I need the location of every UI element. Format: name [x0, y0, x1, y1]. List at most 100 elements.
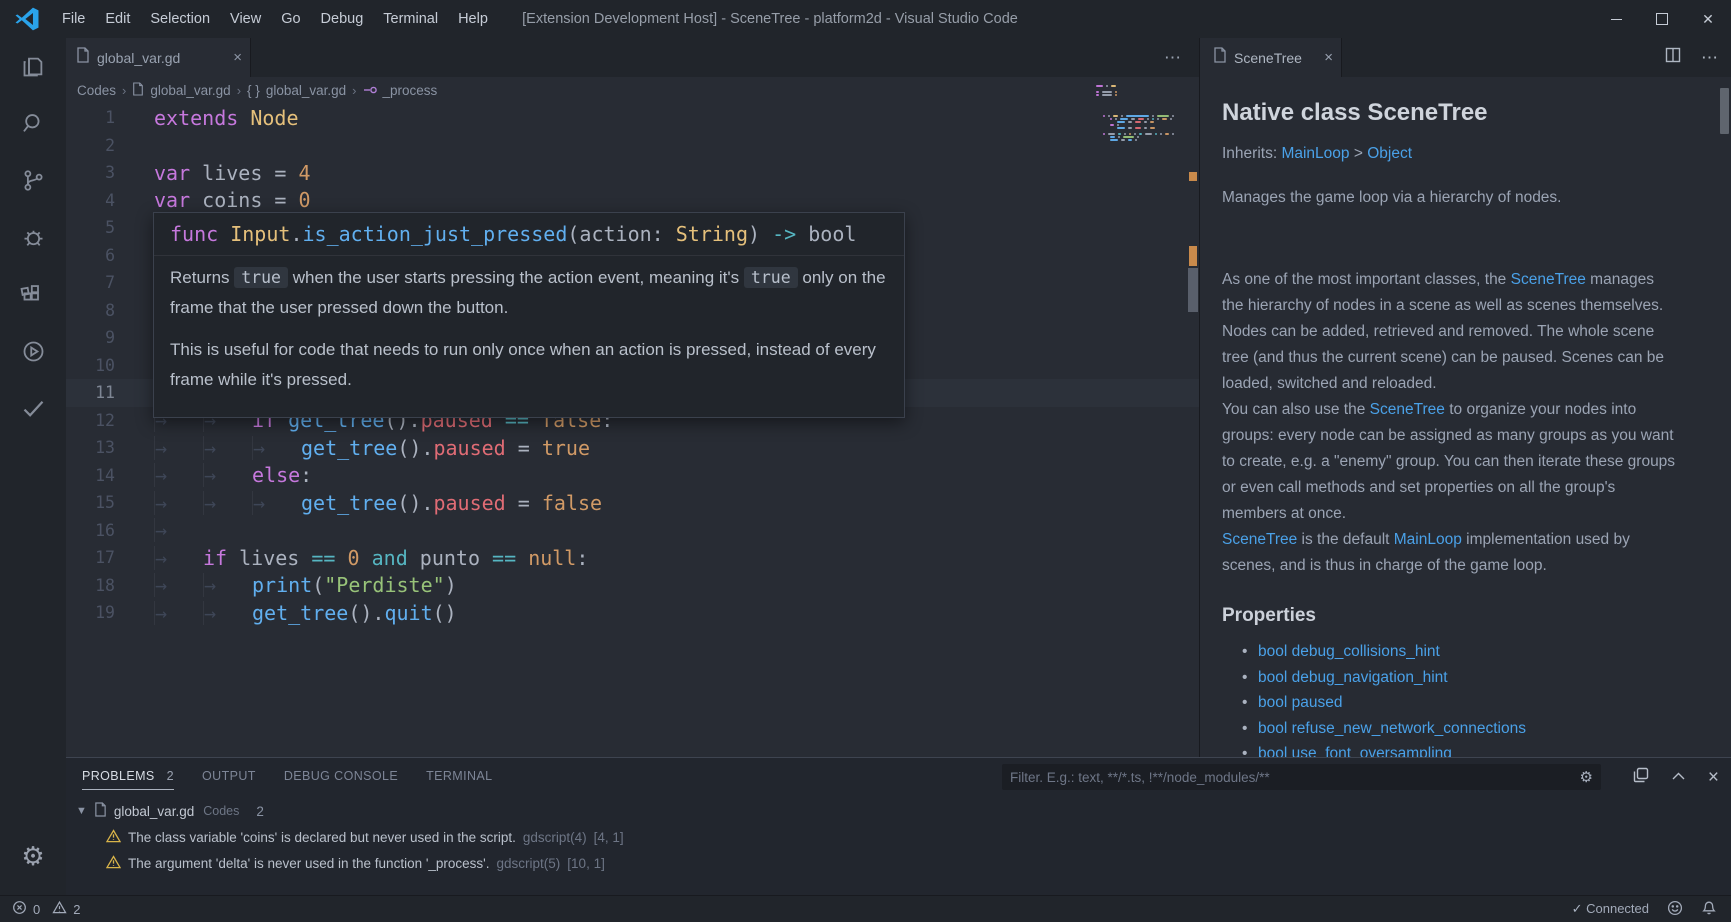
maximize-panel-chevron-icon[interactable] [1671, 768, 1686, 786]
property-link[interactable]: bool refuse_new_network_connections [1258, 720, 1526, 737]
doc-link[interactable]: Object [1367, 145, 1412, 162]
file-icon [94, 802, 107, 820]
split-editor-icon[interactable] [1665, 47, 1681, 68]
problem-row[interactable]: The class variable 'coins' is declared b… [66, 824, 1731, 850]
menu-item-selection[interactable]: Selection [140, 0, 220, 38]
notifications-bell-icon[interactable] [1701, 900, 1717, 919]
panel-tab-output[interactable]: OUTPUT [202, 765, 256, 789]
code-line[interactable]: 16→ [66, 517, 1199, 545]
extensions-icon[interactable] [0, 266, 66, 323]
braces-symbol-icon: { } [247, 83, 260, 98]
tab-global-var[interactable]: global_var.gd × [66, 38, 251, 77]
property-item: bool refuse_new_network_connections [1242, 716, 1676, 742]
code-line[interactable]: 3var lives = 4 [66, 159, 1199, 187]
warning-marker [1189, 172, 1197, 181]
docs-content: Native class SceneTree Inherits: MainLoo… [1200, 77, 1731, 757]
close-panel-icon[interactable]: × [1708, 768, 1719, 787]
menu-item-terminal[interactable]: Terminal [373, 0, 448, 38]
scrollbar-thumb[interactable] [1188, 268, 1198, 312]
breadcrumb-item[interactable]: global_var.gd [150, 83, 230, 98]
code-line[interactable]: 13→→→get_tree().paused = true [66, 434, 1199, 462]
menu-item-go[interactable]: Go [271, 0, 310, 38]
code-editor[interactable]: 1extends Node23var lives = 44var coins =… [66, 103, 1199, 757]
code-line[interactable]: 2 [66, 132, 1199, 160]
tab-close-icon[interactable]: × [1324, 49, 1333, 66]
window-title: [Extension Development Host] - SceneTree… [470, 11, 1070, 27]
problems-filter[interactable]: ⚙ [1002, 764, 1601, 790]
minimap[interactable] [1096, 84, 1176, 150]
close-button[interactable]: ✕ [1685, 0, 1731, 38]
more-actions-ellipsis-icon[interactable]: ⋯ [1701, 48, 1720, 68]
panel-tab-terminal[interactable]: TERMINAL [426, 765, 492, 789]
code-line[interactable]: 14→→else: [66, 462, 1199, 490]
property-link[interactable]: bool debug_navigation_hint [1258, 669, 1448, 686]
source-control-icon[interactable] [0, 152, 66, 209]
warning-triangle-icon [106, 829, 121, 846]
warning-triangle-icon [52, 900, 67, 918]
file-icon [132, 82, 144, 99]
maximize-button[interactable] [1639, 0, 1685, 38]
connection-status[interactable]: ✓ Connected [1572, 901, 1649, 917]
docs-panel: SceneTree × ⋯ Native class SceneTree Inh… [1199, 38, 1731, 757]
property-link[interactable]: bool debug_collisions_hint [1258, 643, 1440, 660]
tab-close-icon[interactable]: × [233, 49, 242, 66]
debug-icon[interactable] [0, 209, 66, 266]
inline-code: true [744, 267, 798, 288]
panel-header: PROBLEMS2 OUTPUT DEBUG CONSOLE TERMINAL ⚙ × [66, 758, 1731, 796]
code-line[interactable]: 18→→print("Perdiste") [66, 572, 1199, 600]
doc-link[interactable]: SceneTree [1511, 271, 1586, 288]
overview-ruler[interactable] [1187, 77, 1199, 757]
minimize-button[interactable] [1593, 0, 1639, 38]
menu-item-file[interactable]: File [52, 0, 95, 38]
docs-tab-bar: SceneTree × ⋯ [1200, 38, 1731, 77]
menu-item-debug[interactable]: Debug [311, 0, 374, 38]
breadcrumb-item[interactable]: _process [383, 83, 438, 98]
property-item: bool use_font_oversampling [1242, 741, 1676, 757]
code-line[interactable]: 19→→get_tree().quit() [66, 599, 1199, 627]
feedback-smiley-icon[interactable] [1667, 900, 1683, 919]
breadcrumb[interactable]: Codes›global_var.gd›{ }global_var.gd›_pr… [66, 77, 1210, 103]
problem-row[interactable]: The argument 'delta' is never used in th… [66, 850, 1731, 876]
search-icon[interactable] [0, 95, 66, 152]
problems-status[interactable]: 0 2 [0, 900, 80, 918]
doc-link[interactable]: MainLoop [1281, 145, 1349, 162]
breadcrumb-item[interactable]: global_var.gd [266, 83, 346, 98]
file-icon [1213, 47, 1227, 68]
bottom-panel: PROBLEMS2 OUTPUT DEBUG CONSOLE TERMINAL ⚙ ×… [66, 757, 1731, 896]
filter-input[interactable] [1002, 770, 1580, 785]
open-in-editor-icon[interactable] [1633, 767, 1649, 788]
file-icon [76, 47, 90, 68]
panel-tab-problems[interactable]: PROBLEMS2 [82, 765, 174, 790]
property-item: bool paused [1242, 690, 1676, 716]
menu-item-edit[interactable]: Edit [95, 0, 140, 38]
chevron-down-icon: ▼ [76, 805, 87, 817]
explorer-icon[interactable] [0, 38, 66, 95]
property-item: bool debug_navigation_hint [1242, 665, 1676, 691]
doc-link[interactable]: SceneTree [1370, 401, 1445, 418]
test-check-icon[interactable] [0, 380, 66, 437]
problems-list: ▼global_var.gdCodes2The class variable '… [66, 798, 1731, 896]
property-link[interactable]: bool use_font_oversampling [1258, 745, 1452, 757]
docs-body: As one of the most important classes, th… [1222, 267, 1676, 579]
filter-icon[interactable]: ⚙ [1580, 770, 1593, 785]
panel-tab-debug-console[interactable]: DEBUG CONSOLE [284, 765, 398, 789]
property-link[interactable]: bool paused [1258, 694, 1342, 711]
doc-link[interactable]: SceneTree [1222, 531, 1297, 548]
breadcrumb-item[interactable]: Codes [77, 83, 116, 98]
problems-group-row[interactable]: ▼global_var.gdCodes2 [66, 798, 1731, 824]
hover-docs: Returns true when the user starts pressi… [170, 263, 888, 395]
editor-tab-bar: global_var.gd × ⋯ [66, 38, 1199, 77]
code-line[interactable]: 1extends Node [66, 104, 1199, 132]
code-line[interactable]: 4var coins = 0 [66, 187, 1199, 215]
doc-link[interactable]: MainLoop [1394, 531, 1462, 548]
menu-item-view[interactable]: View [220, 0, 271, 38]
code-line[interactable]: 15→→→get_tree().paused = false [66, 489, 1199, 517]
hover-tooltip: func Input.is_action_just_pressed(action… [153, 212, 905, 418]
editor-actions-ellipsis-icon[interactable]: ⋯ [1164, 38, 1183, 77]
run-circle-icon[interactable] [0, 323, 66, 380]
docs-scrollbar-thumb[interactable] [1720, 88, 1729, 134]
manage-gear-icon[interactable]: ⚙ [0, 827, 66, 884]
error-circle-icon [12, 900, 27, 918]
tab-scenetree[interactable]: SceneTree × [1200, 38, 1342, 77]
code-line[interactable]: 17→if lives == 0 and punto == null: [66, 544, 1199, 572]
